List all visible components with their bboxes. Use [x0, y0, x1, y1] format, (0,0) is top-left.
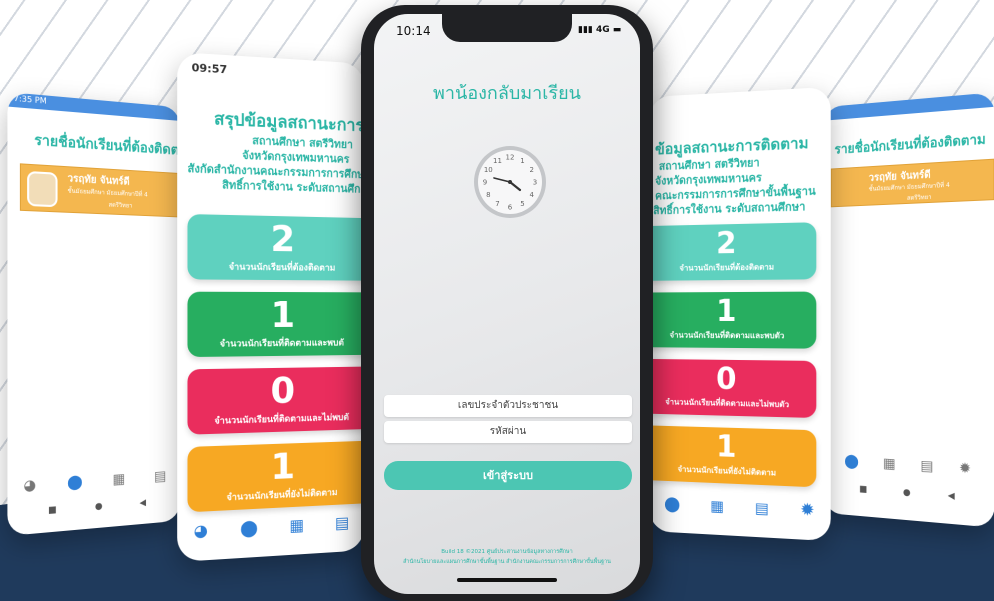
status-time: 7:35 PM	[13, 93, 47, 106]
label-not-found: จำนวนนักเรียนที่ติดตามและไม่พบตัว	[665, 397, 790, 410]
count-to-follow: 2	[716, 226, 737, 262]
back-icon[interactable]: ◀	[140, 498, 146, 508]
student-detail: ชั้นมัธยมศึกษา มัธยมศึกษาปีที่ 4	[67, 187, 148, 199]
map-pin-icon[interactable]: ⬤	[240, 518, 258, 538]
card-found[interactable]: 1 จำนวนนักเรียนที่ติดตามและพบตั	[187, 291, 365, 358]
list-title: รายชื่อนักเรียนที่ต้องติดตาม	[834, 132, 986, 158]
clock-numeral: 12	[506, 154, 515, 162]
report-icon[interactable]: ▤	[154, 468, 166, 484]
permission-line: สิทธิ์การใช้งาน ระดับสถานศึก	[222, 178, 361, 196]
signal-bars-icon: ▮▮▮	[578, 25, 593, 35]
label-found: จำนวนนักเรียนที่ติดตามและพบตั	[219, 338, 344, 350]
count-not-followed: 1	[716, 429, 737, 465]
student-card[interactable]: วรฤทัย จันทร์ดี ชั้นมัธยมศึกษา มัธยมศึกษ…	[19, 163, 179, 218]
phone-notch	[442, 14, 572, 42]
count-not-followed: 1	[270, 446, 296, 489]
map-pin-icon[interactable]: ⬤	[844, 453, 859, 470]
clock-numeral: 10	[484, 166, 493, 174]
card-not-found[interactable]: 0 จำนวนนักเรียนที่ติดตามและไม่พบตัว	[649, 358, 817, 419]
map-icon[interactable]: ▦	[883, 456, 896, 473]
footer-agency: สำนักนโยบายและแผนการศึกษาขั้นพื้นฐาน สำน…	[403, 559, 611, 565]
phone-student-list-right: รายชื่อนักเรียนที่ต้องติดตาม วรฤทัย จันท…	[823, 92, 994, 528]
home-indicator[interactable]	[457, 578, 557, 582]
clock-numeral: 7	[495, 200, 499, 208]
clock-numeral: 1	[520, 157, 524, 165]
student-school: สตรีวิทยา	[906, 193, 932, 202]
label-to-follow: จำนวนนักเรียนที่ต้องติดตาม	[228, 262, 336, 274]
clock-icon: 12 1234567891011	[474, 146, 546, 218]
bottom-nav: ⬤ ▦ ▤ ✹	[649, 490, 830, 525]
clock-numeral: 8	[486, 191, 490, 199]
clock-numeral: 6	[508, 204, 513, 212]
system-nav: ■ ● ◀	[28, 495, 164, 520]
login-button[interactable]: เข้าสู่ระบบ	[384, 461, 632, 490]
battery-icon: ▬	[612, 25, 622, 35]
map-icon[interactable]: ▦	[113, 471, 126, 488]
citizen-id-input[interactable]: เลขประจำตัวประชาชน	[384, 395, 632, 417]
back-icon[interactable]: ◀	[948, 491, 955, 502]
count-to-follow: 2	[270, 218, 296, 261]
signal-indicator: ▮▮▮ 4G ▬	[578, 25, 621, 35]
system-nav: ■ ● ◀	[842, 481, 974, 505]
student-school: สตรีวิทยา	[108, 201, 133, 210]
phone-summary-left: 09:57 สรุปข้อมูลสถานะการติด สถานศึกษา สต…	[177, 51, 365, 563]
clock-numeral: 3	[533, 179, 537, 187]
recents-icon[interactable]: ■	[48, 505, 57, 516]
clock-numeral: 2	[529, 166, 533, 174]
map-pin-icon[interactable]: ⬤	[67, 474, 82, 491]
gear-icon[interactable]: ✹	[959, 460, 971, 477]
card-not-followed[interactable]: 1 จำนวนนักเรียนที่ยังไม่ติดตาม	[649, 425, 817, 488]
count-not-found: 0	[716, 361, 737, 397]
student-card[interactable]: วรฤทัย จันทร์ดี ชั้นมัธยมศึกษา มัธยมศึกษ…	[830, 158, 994, 208]
list-title: รายชื่อนักเรียนที่ต้องติดตาม	[34, 132, 181, 160]
card-found[interactable]: 1 จำนวนนักเรียนที่ติดตามและพบตัว	[649, 291, 817, 349]
map-pin-icon[interactable]: ⬤	[664, 494, 680, 512]
phone-summary-right: ข้อมูลสถานะการติดตาม สถานศึกษา สตรีวิทยา…	[649, 86, 831, 542]
recents-icon[interactable]: ■	[859, 485, 867, 495]
password-input[interactable]: รหัสผ่าน	[384, 421, 632, 443]
count-found: 1	[716, 294, 737, 329]
clock-numeral: 5	[520, 200, 524, 208]
report-icon[interactable]: ▤	[755, 498, 769, 517]
network-type: 4G	[596, 25, 610, 35]
label-found: จำนวนนักเรียนที่ติดตามและพบตัว	[669, 330, 785, 341]
map-icon[interactable]: ▦	[710, 496, 724, 515]
home-icon[interactable]: ●	[95, 502, 103, 513]
card-to-follow[interactable]: 2 จำนวนนักเรียนที่ต้องติดตาม	[649, 222, 817, 281]
app-title: พาน้องกลับมาเรียน	[433, 83, 581, 104]
clock-numeral: 9	[483, 179, 487, 187]
label-not-found: จำนวนนักเรียนที่ติดตามและไม่พบตั	[214, 412, 349, 427]
card-not-followed[interactable]: 1 จำนวนนักเรียนที่ยังไม่ติดตาม	[187, 440, 365, 513]
footer-build: Build 18 ©2021 ศูนย์ประสานงานข้อมูลทางกา…	[441, 549, 573, 555]
map-icon[interactable]: ▦	[289, 515, 304, 535]
count-found: 1	[270, 294, 296, 337]
phone-student-list-left: 7:35 PM รายชื่อนักเรียนที่ต้องติดตาม วรฤ…	[7, 92, 181, 536]
status-time: 09:57	[191, 61, 228, 77]
clock-numeral: 11	[493, 157, 502, 165]
bottom-nav: ◕ ⬤ ▦ ▤	[177, 509, 364, 545]
card-not-found[interactable]: 0 จำนวนนักเรียนที่ติดตามและไม่พบตั	[187, 366, 365, 435]
clock-numeral: 4	[529, 191, 534, 199]
count-not-found: 0	[270, 370, 296, 413]
status-time: 10:14	[396, 24, 431, 38]
phone-login-screen: 10:14 ▮▮▮ 4G ▬ พาน้องกลับมาเรียน 12 1 2 3 4 5…	[374, 14, 640, 594]
bottom-nav: ⬤ ▦ ▤ ✹	[833, 448, 985, 484]
gear-icon[interactable]: ✹	[800, 499, 815, 520]
report-icon[interactable]: ▤	[920, 458, 933, 475]
label-to-follow: จำนวนนักเรียนที่ต้องติดตาม	[679, 262, 775, 273]
student-avatar	[27, 170, 58, 208]
card-to-follow[interactable]: 2 จำนวนนักเรียนที่ต้องติดตาม	[187, 214, 365, 281]
pie-chart-icon[interactable]: ◕	[23, 477, 36, 494]
home-icon[interactable]: ●	[903, 488, 911, 499]
pie-chart-icon[interactable]: ◕	[194, 520, 208, 540]
report-icon[interactable]: ▤	[335, 513, 349, 532]
permission-line: สิทธิ์การใช้งาน ระดับสถานศึกษา	[653, 200, 806, 218]
